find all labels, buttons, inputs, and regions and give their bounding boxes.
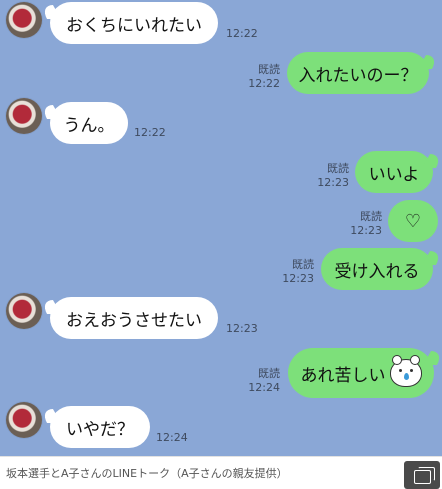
message-text: いやだ？ bbox=[66, 419, 134, 440]
avatar[interactable] bbox=[6, 293, 42, 329]
photo-caption: 坂本選手とA子さんのLINEトーク（A子さんの親友提供） bbox=[6, 467, 288, 480]
avatar[interactable] bbox=[6, 402, 42, 438]
message-time: 12:23 bbox=[317, 176, 349, 189]
message-time: 12:23 bbox=[282, 272, 314, 285]
caption-bar: 坂本選手とA子さんのLINEトーク（A子さんの親友提供） bbox=[0, 456, 442, 489]
avatar[interactable] bbox=[6, 2, 42, 38]
crying-bear-icon bbox=[389, 355, 422, 387]
heart-icon: ♡ bbox=[404, 210, 422, 232]
message-text: 受け入れる bbox=[334, 261, 420, 282]
message-time: 12:23 bbox=[350, 224, 382, 237]
message-bubble[interactable]: いやだ？ bbox=[50, 406, 150, 448]
message-time: 12:24 bbox=[156, 431, 188, 444]
message-time: 12:22 bbox=[248, 77, 280, 90]
message-text: うん。 bbox=[63, 115, 115, 136]
message-time: 12:22 bbox=[134, 126, 166, 139]
message-bubble[interactable]: うん。 bbox=[50, 102, 128, 144]
message-bubble[interactable]: ♡ bbox=[388, 200, 438, 242]
message-bubble[interactable]: おえおうさせたい bbox=[50, 297, 218, 339]
read-receipt: 既読 bbox=[327, 162, 349, 175]
message-text: おえおうさせたい bbox=[66, 310, 202, 331]
message-bubble[interactable]: 入れたいのー？ bbox=[287, 52, 429, 94]
message-text: あれ苦しい bbox=[300, 365, 386, 386]
message-bubble[interactable]: あれ苦しい bbox=[288, 348, 434, 398]
message-text: 入れたいのー？ bbox=[298, 65, 418, 86]
read-receipt: 既読 bbox=[292, 258, 314, 271]
gallery-icon[interactable] bbox=[404, 461, 440, 489]
message-time: 12:23 bbox=[226, 322, 258, 335]
avatar[interactable] bbox=[6, 98, 42, 134]
message-time: 12:24 bbox=[248, 381, 280, 394]
read-receipt: 既読 bbox=[258, 63, 280, 76]
message-time: 12:22 bbox=[226, 27, 258, 40]
message-text: いいよ bbox=[368, 164, 420, 185]
chat-view: おくちにいれたい 12:22 既読 12:22 入れたいのー？ うん。 12:2… bbox=[0, 0, 442, 456]
message-text: おくちにいれたい bbox=[66, 15, 202, 36]
message-bubble[interactable]: いいよ bbox=[355, 151, 433, 193]
message-bubble[interactable]: おくちにいれたい bbox=[50, 2, 218, 44]
read-receipt: 既読 bbox=[258, 367, 280, 380]
message-bubble[interactable]: 受け入れる bbox=[321, 248, 433, 290]
read-receipt: 既読 bbox=[360, 210, 382, 223]
